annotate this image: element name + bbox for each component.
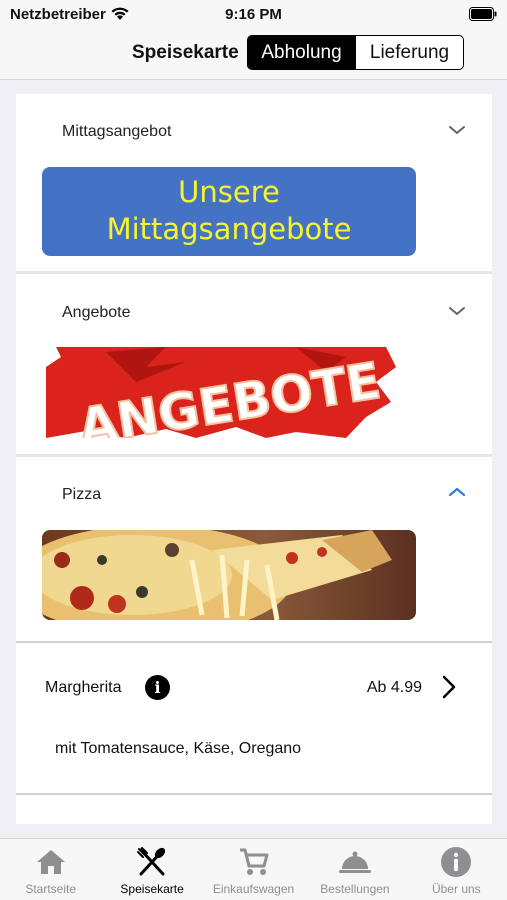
- section-title: Mittagsangebot: [62, 123, 172, 140]
- tab-startseite[interactable]: Startseite: [0, 839, 101, 900]
- tab-label: Bestellungen: [320, 882, 390, 896]
- tab-speisekarte[interactable]: Speisekarte: [101, 839, 202, 900]
- tab-ueber-uns[interactable]: Über uns: [406, 839, 507, 900]
- section-mittagsangebot[interactable]: Mittagsangebot Unsere Mittagsangebote: [16, 94, 492, 271]
- order-type-segmented-control[interactable]: Abholung Lieferung: [247, 35, 464, 70]
- item-description: mit Tomatensauce, Käse, Oregano: [55, 740, 302, 757]
- item-info-icon[interactable]: i: [145, 675, 170, 700]
- banner-text-line1: Unsere: [178, 175, 280, 209]
- status-time: 9:16 PM: [225, 6, 282, 23]
- page-title: Speisekarte: [132, 42, 239, 63]
- tab-label: Über uns: [431, 882, 481, 896]
- tab-label: Einkaufswagen: [212, 882, 295, 896]
- angebote-splash-image: ANGEBOTE: [46, 347, 396, 438]
- cart-icon: [237, 846, 271, 878]
- chevron-down-icon[interactable]: [448, 306, 466, 316]
- tab-label: Startseite: [25, 882, 77, 896]
- chevron-up-icon[interactable]: [448, 487, 466, 497]
- section-angebote[interactable]: Angebote ANGEBOTE: [16, 274, 492, 454]
- item-price: Ab 4.99: [366, 679, 422, 696]
- pizza-banner[interactable]: [42, 530, 416, 620]
- angebote-banner[interactable]: ANGEBOTE: [46, 347, 414, 438]
- tab-label: Speisekarte: [120, 882, 184, 896]
- section-pizza[interactable]: Pizza: [16, 457, 492, 641]
- segment-lieferung[interactable]: Lieferung: [355, 36, 463, 69]
- segment-abholung[interactable]: Abholung: [248, 36, 355, 69]
- menu-item-row[interactable]: Margherita i Ab 4.99 mit Tomatensauce, K…: [16, 643, 492, 793]
- info-icon: [439, 846, 473, 878]
- chevron-right-icon[interactable]: [442, 675, 456, 699]
- item-name: Margherita: [45, 679, 122, 696]
- battery-icon: [469, 7, 497, 26]
- chevron-down-icon[interactable]: [448, 125, 466, 135]
- mittagsangebot-banner[interactable]: Unsere Mittagsangebote: [42, 167, 416, 256]
- divider: [16, 793, 492, 795]
- section-title: Pizza: [62, 486, 102, 503]
- tab-bar: Startseite Speisekarte Einkaufswagen Bes…: [0, 838, 507, 900]
- pizza-photo-image: [42, 530, 416, 620]
- home-icon: [34, 846, 68, 878]
- banner-text-line2: Mittagsangebote: [106, 212, 352, 246]
- tab-bestellungen[interactable]: Bestellungen: [304, 839, 405, 900]
- section-title: Angebote: [62, 304, 131, 321]
- menu-list[interactable]: Mittagsangebot Unsere Mittagsangebote An…: [16, 94, 492, 824]
- cloche-icon: [338, 846, 372, 878]
- fork-knife-icon: [135, 846, 169, 878]
- status-bar: Netzbetreiber 9:16 PM: [0, 0, 507, 28]
- tab-einkaufswagen[interactable]: Einkaufswagen: [203, 839, 304, 900]
- navigation-bar: Speisekarte Abholung Lieferung: [0, 28, 507, 80]
